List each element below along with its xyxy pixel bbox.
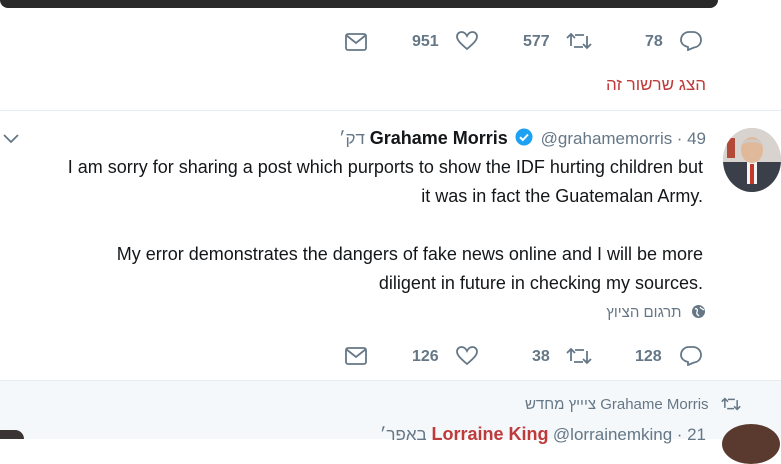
- avatar[interactable]: [722, 424, 780, 464]
- media-image[interactable]: [0, 0, 718, 8]
- author-handle[interactable]: @lorrainemking: [553, 425, 672, 444]
- reply-icon[interactable]: [680, 346, 702, 366]
- tweet-header: Lorraine King @lorrainemking · 21 באפר׳: [379, 424, 706, 444]
- divider: [0, 110, 781, 111]
- tweet-text: I am sorry for sharing a post which purp…: [67, 157, 703, 293]
- retweeted-by-label: Grahame Morris ציייץ מחדש: [524, 396, 709, 413]
- author-handle[interactable]: @grahamemorris: [541, 129, 673, 148]
- retweeted-by[interactable]: Grahame Morris ציייץ מחדש: [525, 396, 741, 414]
- retweet-icon[interactable]: [566, 346, 592, 366]
- like-count: 951: [412, 33, 439, 50]
- media-thumbnail[interactable]: [0, 430, 24, 439]
- author-name[interactable]: Lorraine King: [431, 424, 548, 444]
- dm-share-icon[interactable]: [345, 33, 367, 51]
- show-thread-link[interactable]: הצג שרשור זה: [606, 75, 706, 95]
- reply-count: 128: [635, 348, 662, 365]
- retweet-icon: [721, 396, 741, 412]
- dm-share-icon[interactable]: [345, 347, 367, 365]
- translate-label: תרגום הציוץ: [606, 304, 682, 321]
- verified-badge-icon: [515, 128, 533, 146]
- retweet-count: 38: [532, 348, 550, 365]
- heart-icon[interactable]: [456, 346, 478, 366]
- like-count: 126: [412, 348, 439, 365]
- author-name[interactable]: Grahame Morris: [370, 128, 508, 148]
- retweet-icon[interactable]: [566, 31, 592, 51]
- heart-icon[interactable]: [456, 31, 478, 51]
- globe-icon: [691, 304, 706, 319]
- retweet-count: 577: [523, 33, 550, 50]
- reply-icon[interactable]: [680, 31, 702, 51]
- tweet-header: Grahame Morris @grahamemorris · 49 דק׳: [338, 128, 706, 148]
- avatar[interactable]: [723, 128, 781, 192]
- reply-count: 78: [645, 33, 663, 50]
- chevron-down-icon[interactable]: [3, 134, 19, 144]
- translate-tweet[interactable]: תרגום הציוץ: [606, 304, 706, 322]
